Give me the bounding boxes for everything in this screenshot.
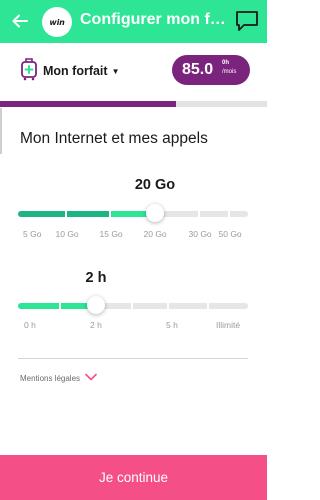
slider-segment xyxy=(66,211,110,217)
price-value: 85.0 xyxy=(182,61,214,78)
slider-segment xyxy=(208,303,248,309)
price-unit: /mois xyxy=(222,69,237,75)
price-cents: 0h xyxy=(222,60,230,66)
data-tick-label[interactable]: 30 Go xyxy=(189,229,212,239)
continue-button[interactable]: Je continue xyxy=(0,455,267,500)
legal-mentions-label: Mentions légales xyxy=(20,374,81,383)
slider-track[interactable] xyxy=(18,211,248,217)
slider-tick xyxy=(109,211,111,217)
back-arrow-icon[interactable] xyxy=(10,11,30,31)
plan-suitcase-icon xyxy=(21,58,37,81)
step-progress-fill xyxy=(0,101,177,107)
section-title: Mon Internet et mes appels xyxy=(20,130,208,147)
data-slider[interactable] xyxy=(18,204,248,222)
slider-segment xyxy=(18,211,66,217)
app-bar: win Configurer mon forfait xyxy=(0,0,267,43)
legal-mentions-link[interactable]: Mentions légales xyxy=(20,373,97,383)
plan-select-label: Mon forfait xyxy=(43,64,108,78)
price-badge: 85.0 0h /mois xyxy=(172,55,250,85)
slider-segment xyxy=(168,303,208,309)
slider-segment xyxy=(199,211,229,217)
slider-knob[interactable] xyxy=(87,296,105,314)
slider-track[interactable] xyxy=(18,303,248,309)
slider-tick xyxy=(228,211,230,217)
calls-value-label: 2 h xyxy=(85,270,107,286)
data-tick-label[interactable]: 15 Go xyxy=(100,229,123,239)
data-tick-label[interactable]: 5 Go xyxy=(23,229,41,239)
calls-slider[interactable] xyxy=(18,296,248,314)
slider-segment xyxy=(229,211,248,217)
slider-tick xyxy=(59,303,61,309)
calls-tick-label[interactable]: 0 h xyxy=(24,320,36,330)
calls-tick-label[interactable]: 5 h xyxy=(166,320,178,330)
slider-tick xyxy=(65,211,67,217)
caret-down-icon: ▼ xyxy=(111,67,120,76)
win-logo: win xyxy=(42,7,72,37)
calls-tick-labels: 0 h 2 h 5 h Illimité xyxy=(18,320,248,332)
slider-knob[interactable] xyxy=(146,204,164,222)
chevron-down-icon xyxy=(85,373,97,381)
slider-tick xyxy=(198,211,200,217)
slider-tick xyxy=(131,303,133,309)
data-tick-label[interactable]: 20 Go xyxy=(144,229,167,239)
calls-tick-label[interactable]: Illimité xyxy=(216,320,240,330)
step-progress-bar xyxy=(0,101,267,107)
data-tick-label[interactable]: 50 Go xyxy=(219,229,242,239)
data-tick-label[interactable]: 10 Go xyxy=(56,229,79,239)
slider-segment xyxy=(132,303,168,309)
data-value-label: 20 Go xyxy=(134,177,176,193)
data-tick-labels: 5 Go 10 Go 15 Go 20 Go 30 Go 50 Go xyxy=(18,229,248,241)
divider xyxy=(18,358,248,359)
slider-tick xyxy=(207,303,209,309)
chat-icon[interactable] xyxy=(234,9,260,33)
plan-select[interactable]: Mon forfait ▼ xyxy=(43,64,120,78)
calls-tick-label[interactable]: 2 h xyxy=(90,320,102,330)
slider-segment xyxy=(18,303,60,309)
plan-row: Mon forfait ▼ 85.0 0h /mois xyxy=(0,49,267,95)
page-title: Configurer mon forfait xyxy=(80,11,228,28)
slider-tick xyxy=(167,303,169,309)
logo-text: win xyxy=(49,17,65,27)
panel-edge xyxy=(0,108,2,154)
